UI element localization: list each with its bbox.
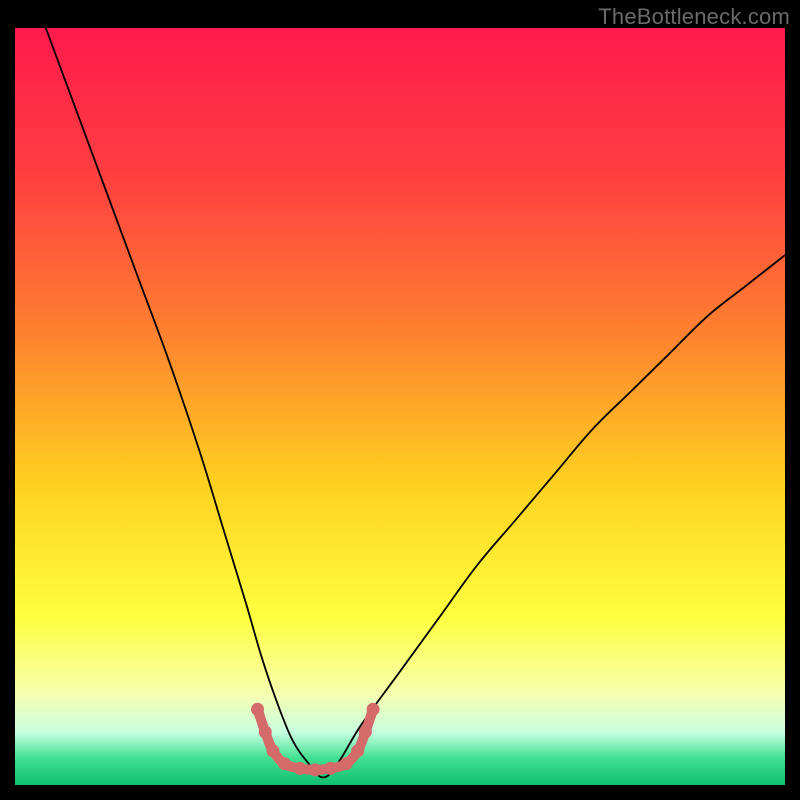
chart-svg (15, 28, 785, 785)
optimal-marker-dot (367, 703, 380, 716)
optimal-marker-dot (266, 744, 279, 757)
optimal-marker-dot (324, 762, 337, 775)
optimal-marker-dot (309, 763, 322, 776)
watermark-text: TheBottleneck.com (598, 4, 790, 30)
optimal-marker-dot (293, 762, 306, 775)
optimal-marker-dot (259, 726, 272, 739)
optimal-marker-dot (340, 757, 353, 770)
optimal-marker-dot (251, 703, 264, 716)
optimal-marker-dot (278, 757, 291, 770)
optimal-marker-dot (359, 726, 372, 739)
plot-area (15, 28, 785, 785)
chart-frame: TheBottleneck.com (0, 0, 800, 800)
optimal-marker-dot (351, 744, 364, 757)
